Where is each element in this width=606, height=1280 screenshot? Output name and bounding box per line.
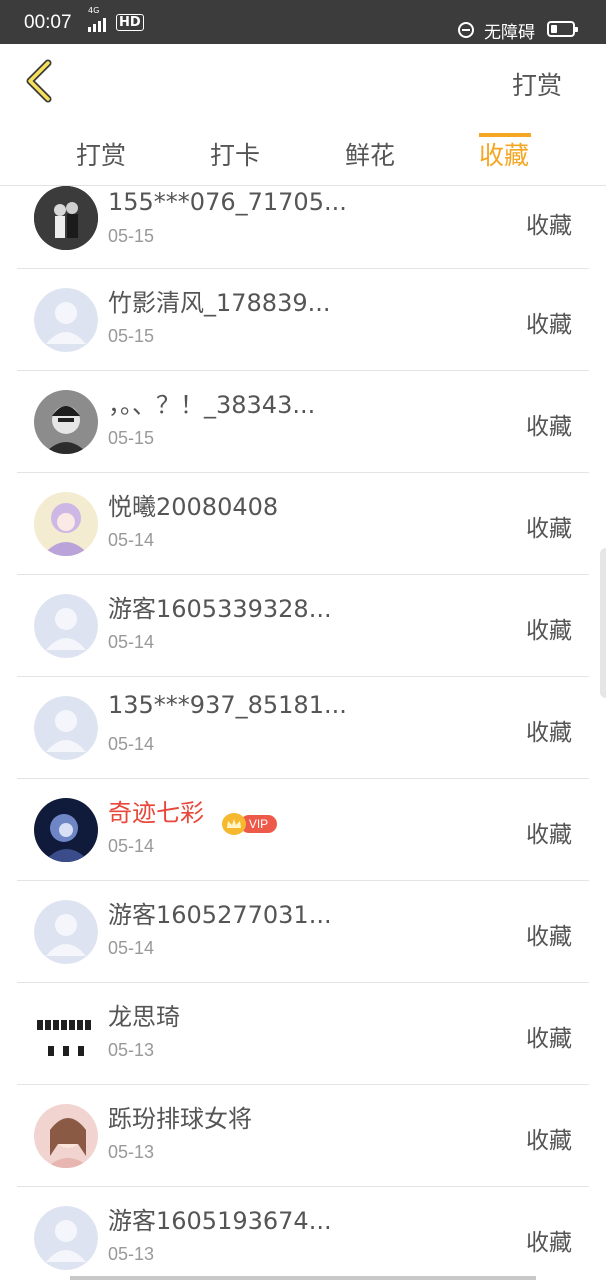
default-avatar-icon <box>34 900 98 964</box>
favorites-list: 155***076_71705... 05-15 收藏 竹影清风_178839.… <box>0 186 606 1280</box>
battery-icon <box>547 21 578 37</box>
list-item[interactable]: 竹影清风_178839... 05-15 收藏 <box>0 269 606 371</box>
default-avatar-icon <box>34 1206 98 1270</box>
avatar <box>34 1206 98 1270</box>
default-avatar-icon <box>34 594 98 658</box>
anime-avatar <box>34 492 98 556</box>
user-name: ，。、？！_38343... <box>108 391 316 419</box>
crown-icon <box>222 813 246 835</box>
user-name: 135***937_85181... <box>108 691 347 719</box>
tab-reward[interactable]: 打赏 <box>76 136 126 172</box>
avatar <box>34 1002 98 1066</box>
app-header: 打赏 打赏 打卡 鲜花 收藏 <box>0 44 606 186</box>
tab-flowers[interactable]: 鲜花 <box>345 136 395 172</box>
status-time: 00:07 <box>24 12 72 33</box>
user-name: 游客1605277031... <box>108 901 332 929</box>
photo-avatar-boy <box>34 390 98 454</box>
list-item[interactable]: 悦曦20080408 05-14 收藏 <box>0 473 606 575</box>
avatar <box>34 798 98 862</box>
item-date: 05-13 <box>108 1142 155 1162</box>
avatar <box>34 900 98 964</box>
network-type: 4G <box>88 6 100 15</box>
favorite-label: 收藏 <box>526 720 572 746</box>
user-name: 竹影清风_178839... <box>108 289 331 317</box>
item-date: 05-14 <box>108 836 155 856</box>
chevron-left-icon <box>26 59 52 103</box>
user-name: 奇迹七彩 <box>108 799 204 827</box>
favorite-label: 收藏 <box>526 822 572 848</box>
item-date: 05-14 <box>108 938 155 958</box>
list-item[interactable]: 龙思琦 05-13 收藏 <box>0 983 606 1085</box>
favorite-label: 收藏 <box>526 1128 572 1154</box>
edge-swipe-handle[interactable] <box>600 548 606 698</box>
list-item[interactable]: 游客1605277031... 05-14 收藏 <box>0 881 606 983</box>
user-name: 游客1605193674... <box>108 1207 332 1235</box>
user-name: 龙思琦 <box>108 1003 180 1031</box>
favorite-label: 收藏 <box>526 1026 572 1052</box>
item-date: 05-15 <box>108 428 155 448</box>
photo-avatar-couple <box>34 186 98 250</box>
item-date: 05-14 <box>108 734 155 754</box>
item-date: 05-14 <box>108 632 155 652</box>
list-item[interactable]: 跞玢排球女将 05-13 收藏 <box>0 1085 606 1187</box>
photo-avatar-girl <box>34 1104 98 1168</box>
anime-dark-avatar <box>34 798 98 862</box>
list-item[interactable]: 游客1605193674... 05-13 收藏 <box>0 1187 606 1280</box>
accessibility-text: 无障碍 <box>484 23 535 43</box>
list-item[interactable]: 奇迹七彩 VIP 05-14 收藏 <box>0 779 606 881</box>
favorite-label: 收藏 <box>526 516 572 542</box>
signal-icon: 4G <box>88 6 112 32</box>
favorite-label: 收藏 <box>526 924 572 950</box>
avatar <box>34 186 98 250</box>
item-date: 05-13 <box>108 1040 155 1060</box>
avatar <box>34 492 98 556</box>
hd-icon: HD <box>116 14 144 31</box>
favorite-label: 收藏 <box>526 312 572 338</box>
user-name: 悦曦20080408 <box>108 493 279 521</box>
group-photo-avatar <box>34 1002 98 1066</box>
list-item[interactable]: ，。、？！_38343... 05-15 收藏 <box>0 371 606 473</box>
do-not-disturb-icon <box>458 22 474 38</box>
back-button[interactable] <box>22 58 62 104</box>
status-bar: 00:07 4G HD 无障碍 <box>0 0 606 44</box>
avatar <box>34 288 98 352</box>
active-tab-indicator <box>479 133 531 137</box>
item-date: 05-15 <box>108 226 155 246</box>
favorite-label: 收藏 <box>526 1230 572 1256</box>
avatar <box>34 594 98 658</box>
avatar <box>34 696 98 760</box>
favorite-label: 收藏 <box>526 618 572 644</box>
avatar <box>34 1104 98 1168</box>
list-item[interactable]: 135***937_85181... 05-14 收藏 <box>0 677 606 779</box>
default-avatar-icon <box>34 288 98 352</box>
item-date: 05-13 <box>108 1244 155 1264</box>
favorite-label: 收藏 <box>526 414 572 440</box>
tab-checkin[interactable]: 打卡 <box>210 136 260 172</box>
tab-bar: 打赏 打卡 鲜花 收藏 <box>0 132 606 186</box>
user-name: 跞玢排球女将 <box>108 1105 252 1133</box>
reward-header-button[interactable]: 打赏 <box>512 66 562 102</box>
home-indicator[interactable] <box>70 1276 536 1280</box>
list-item[interactable]: 155***076_71705... 05-15 收藏 <box>0 186 606 269</box>
default-avatar-icon <box>34 696 98 760</box>
user-name: 游客1605339328... <box>108 595 332 623</box>
user-name: 155***076_71705... <box>108 188 347 216</box>
favorite-label: 收藏 <box>526 213 572 239</box>
item-date: 05-14 <box>108 530 155 550</box>
item-date: 05-15 <box>108 326 155 346</box>
list-item[interactable]: 游客1605339328... 05-14 收藏 <box>0 575 606 677</box>
avatar <box>34 390 98 454</box>
tab-favorites[interactable]: 收藏 <box>479 136 529 172</box>
